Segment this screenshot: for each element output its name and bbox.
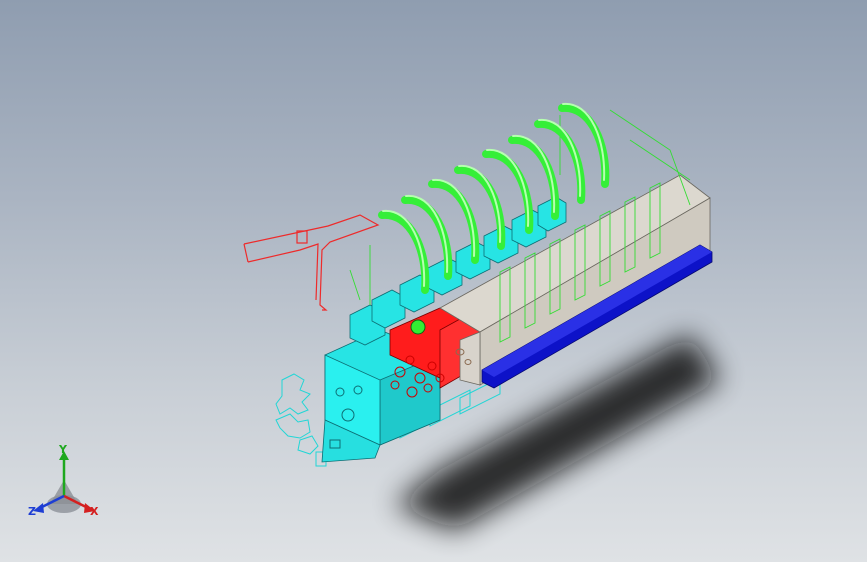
orientation-triad[interactable]: Y X Z — [26, 444, 106, 528]
triad-y-label: Y — [59, 443, 67, 456]
graphics-viewport[interactable]: Y X Z — [0, 0, 867, 562]
triad-x-label: X — [90, 505, 99, 518]
triad-z-label: Z — [28, 505, 36, 518]
model-3d[interactable] — [0, 0, 867, 562]
red-sketch-lever — [243, 214, 380, 311]
